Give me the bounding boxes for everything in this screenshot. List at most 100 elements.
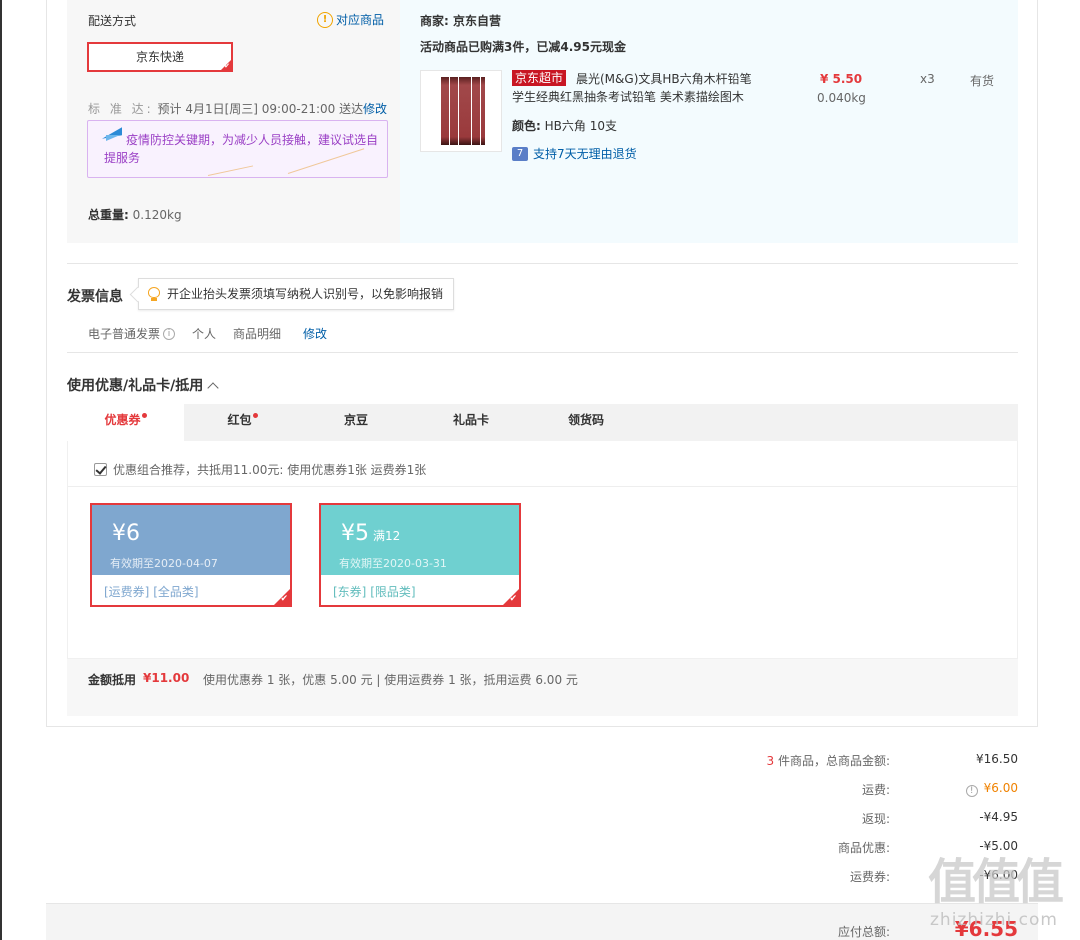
warning-icon: ! xyxy=(317,11,333,28)
coupon-amount: ¥5 满12 xyxy=(341,521,400,546)
pencil-graphic xyxy=(454,77,459,145)
express-option-label: 京东快递 xyxy=(135,50,184,64)
coupon-tag: [限品类] xyxy=(370,585,416,599)
coupon-expiry: 有效期至2020-03-31 xyxy=(339,557,447,570)
product-price: ¥ 5.50 xyxy=(820,72,863,86)
delivery-date: 标 准 达: 预计 4月1日[周三] 09:00-21:00 送达 xyxy=(88,100,363,117)
total-weight: 总重量: 0.120kg xyxy=(88,206,182,223)
product-stock: 有货 xyxy=(970,74,995,88)
discount-value: -¥5.00 xyxy=(979,839,1018,853)
coupon-tag: [东券] xyxy=(333,585,367,599)
chevron-up-icon xyxy=(207,381,219,394)
freight-info-icon[interactable]: ! xyxy=(965,785,978,797)
product-image[interactable] xyxy=(420,70,502,152)
freight-value: ¥6.00 xyxy=(983,781,1018,795)
invoice-tip-text: 开企业抬头发票须填写纳税人识别号，以免影响报销 xyxy=(167,287,444,301)
new-dot-icon xyxy=(141,413,147,418)
coupon-tags: [东券] [限品类] xyxy=(333,583,416,600)
pencil-graphic xyxy=(471,77,476,145)
pencil-graphic xyxy=(467,77,472,145)
coupon-card-top: ¥6 有效期至2020-04-07 xyxy=(92,505,290,575)
coupon-card-top: ¥5 满12 有效期至2020-03-31 xyxy=(321,505,519,575)
recommend-combo[interactable]: 优惠组合推荐，共抵用11.00元: 使用优惠券1张 运费券1张 xyxy=(94,461,426,478)
coupon-tags: [运费券] [全品类] xyxy=(104,583,199,600)
invoice-edit-link[interactable]: 修改 xyxy=(303,325,327,342)
matched-goods-link[interactable]: ! 对应商品 xyxy=(317,11,384,28)
decor-line xyxy=(207,165,254,176)
tab-jingdou[interactable]: 京豆 xyxy=(301,404,411,441)
pencil-graphic xyxy=(463,77,467,145)
recommend-checkbox[interactable] xyxy=(94,463,107,476)
coupon-tag: [全品类] xyxy=(153,585,199,599)
watermark-url: zhizhizhi.com xyxy=(930,910,1058,930)
tab-pickup-code-label: 领货码 xyxy=(567,413,604,427)
invoice-holder: 个人 xyxy=(192,327,217,341)
return-policy[interactable]: 7 支持7天无理由退货 xyxy=(512,145,637,162)
seven-day-return-icon: 7 xyxy=(512,146,528,161)
tab-coupon[interactable]: 优惠券 xyxy=(67,404,184,441)
coupon-summary-label: 金额抵用 xyxy=(88,673,137,687)
info-icon[interactable]: i xyxy=(163,327,176,340)
pencil-graphic xyxy=(449,77,454,145)
pencil-graphic xyxy=(445,77,450,145)
section-divider xyxy=(67,352,1018,353)
product-panel: 商家: 京东自营 活动商品已购满3件，已减4.95元现金 晨光(M&G)文具HB… xyxy=(400,0,1018,243)
check-icon: ✔ xyxy=(224,62,230,70)
supermarket-badge: 京东超市 xyxy=(512,70,567,86)
discount-label: 商品优惠: xyxy=(837,841,890,855)
pencil-graphic xyxy=(441,77,445,145)
payable-label: 应付总额: xyxy=(837,925,890,939)
payable-bar: 应付总额: ¥6.55 xyxy=(46,903,1038,940)
check-icon: ✔ xyxy=(509,594,517,604)
delivery-edit-link[interactable]: 修改 xyxy=(363,100,387,117)
site-watermark: 值值值 zhizhizhi.com xyxy=(928,856,1076,940)
invoice-details: 电子普通发票 i 个人 商品明细 修改 xyxy=(88,325,327,342)
rebate-value: -¥4.95 xyxy=(979,810,1018,824)
tab-red-packet-label: 红包 xyxy=(227,413,252,427)
coupon-divider xyxy=(68,486,1018,487)
shipping-title: 配送方式 xyxy=(88,14,137,28)
tab-coupon-label: 优惠券 xyxy=(104,413,141,427)
coupon-card[interactable]: ¥5 满12 有效期至2020-03-31 [东券] [限品类] ✔ xyxy=(319,503,521,607)
express-option-button[interactable]: 京东快递 ✔ xyxy=(87,42,233,72)
tab-pickup-code[interactable]: 领货码 xyxy=(531,404,641,441)
tab-gift-card-label: 礼品卡 xyxy=(452,413,489,427)
product-color-label: 颜色: xyxy=(512,119,541,133)
delivery-date-value: 预计 4月1日[周三] 09:00-21:00 送达 xyxy=(157,102,364,116)
tab-red-packet[interactable]: 红包 xyxy=(184,404,301,441)
section-divider xyxy=(67,263,1018,264)
invoice-type: 电子普通发票 xyxy=(88,327,161,341)
coupon-amount-value: ¥5 xyxy=(341,521,369,546)
matched-goods-label: 对应商品 xyxy=(336,13,385,27)
rebate-row: 返现: -¥4.95 xyxy=(600,810,1018,830)
total-weight-label: 总重量: xyxy=(88,208,129,222)
freight-coupon-label: 运费券: xyxy=(849,870,890,884)
epidemic-notice-text: 疫情防控关键期，为减少人员接触，建议试选自提服务 xyxy=(104,133,379,165)
epidemic-notice: 疫情防控关键期，为减少人员接触，建议试选自提服务 xyxy=(87,120,388,178)
coupon-section-toggle[interactable]: 使用优惠/礼品卡/抵用 xyxy=(67,375,219,395)
promo-text: 活动商品已购满3件，已减4.95元现金 xyxy=(420,40,626,54)
coupon-summary-desc: 使用优惠券 1 张，优惠 5.00 元 | 使用运费券 1 张，抵用运费 6.0… xyxy=(203,673,578,687)
coupon-card[interactable]: ¥6 有效期至2020-04-07 [运费券] [全品类] ✔ xyxy=(90,503,292,607)
coupon-list: 优惠组合推荐，共抵用11.00元: 使用优惠券1张 运费券1张 ¥6 有效期至2… xyxy=(67,441,1018,659)
coupon-summary-value: ¥11.00 xyxy=(143,671,190,685)
invoice-content: 商品明细 xyxy=(233,327,282,341)
shipping-block: 配送方式 ! 对应商品 京东快递 ✔ 标 准 达: 预计 4月1日[周三] 09… xyxy=(67,0,1018,243)
goods-count-suffix: 件商品，总商品金额: xyxy=(777,754,890,768)
tab-gift-card[interactable]: 礼品卡 xyxy=(411,404,531,441)
return-policy-text: 支持7天无理由退货 xyxy=(533,147,637,161)
coupon-summary: 金额抵用 ¥11.00 使用优惠券 1 张，优惠 5.00 元 | 使用运费券 … xyxy=(67,659,1018,716)
recommend-text: 优惠组合推荐，共抵用11.00元: 使用优惠券1张 运费券1张 xyxy=(113,463,427,477)
pencil-graphic xyxy=(476,77,481,145)
total-weight-value: 0.120kg xyxy=(132,208,182,222)
new-dot-icon xyxy=(252,413,258,418)
coupon-tabs: 优惠券 红包 京豆 礼品卡 领货码 xyxy=(67,404,1018,441)
goods-total-label: 3 件商品，总商品金额: xyxy=(766,752,890,769)
coupon-tag: [运费券] xyxy=(104,585,150,599)
left-edge-border xyxy=(0,0,2,940)
rebate-label: 返现: xyxy=(861,812,890,826)
product-color-value: HB六角 10支 xyxy=(544,119,617,133)
goods-total-value: ¥16.50 xyxy=(976,752,1018,766)
watermark-logo: 值值值 xyxy=(928,854,1064,910)
coupon-section-title: 使用优惠/礼品卡/抵用 xyxy=(67,378,204,394)
